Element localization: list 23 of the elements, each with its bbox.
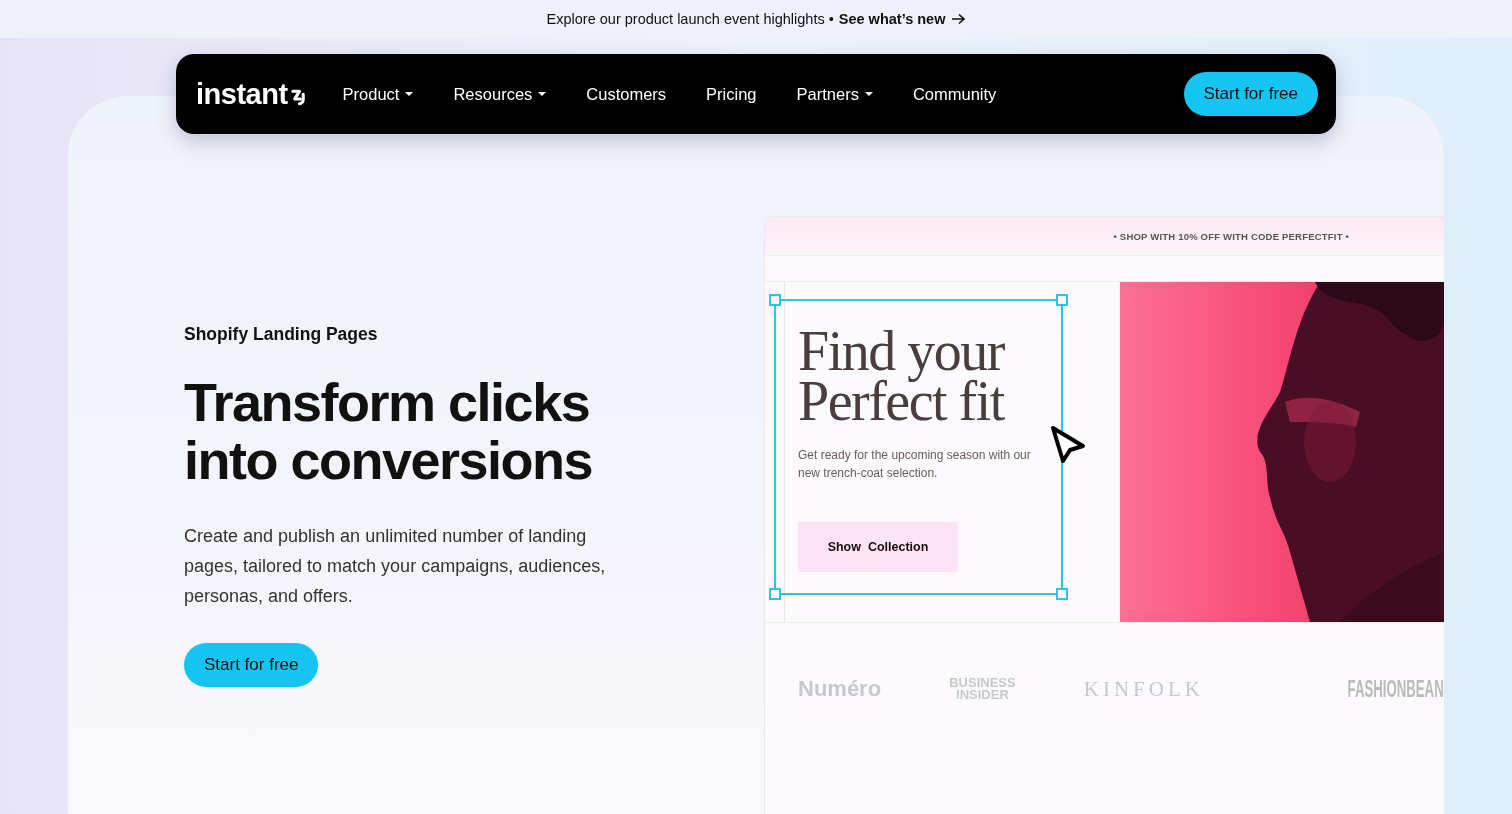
hero-title: Transform clicks into conversions bbox=[184, 373, 594, 489]
preview-headline: Find your Perfect fit bbox=[798, 326, 1006, 426]
eyebrow-text: Shopify Landing Pages bbox=[184, 324, 379, 345]
nav-link[interactable]: Resources bbox=[453, 84, 547, 104]
hero-description: Create and publish an unlimited number of landing pages, tailored to match your campaigns, audiences, personas, and offers. bbox=[184, 525, 607, 608]
nav-link[interactable]: Partners bbox=[796, 84, 873, 104]
show-collection-button[interactable]: Show Collection bbox=[798, 522, 958, 572]
nav-link[interactable]: Product bbox=[342, 84, 414, 104]
nav-link[interactable]: Customers bbox=[586, 84, 667, 104]
start-button[interactable]: Start for free bbox=[184, 643, 319, 687]
brand-logo: FASHIONBEAN bbox=[1347, 675, 1444, 703]
start-button[interactable]: Start for free bbox=[1183, 72, 1318, 116]
nav-link[interactable]: Pricing bbox=[706, 84, 757, 104]
preview-subtext: Get ready for the upcoming season with our new trench-coat selection. bbox=[798, 447, 1032, 482]
cursor-icon bbox=[1048, 424, 1088, 465]
arrow-icon bbox=[951, 13, 966, 25]
whats-new-link[interactable]: See what’s new bbox=[838, 11, 966, 27]
logo-mark-icon bbox=[289, 87, 307, 107]
nav-link[interactable]: Community bbox=[912, 84, 997, 104]
selection-frame[interactable] bbox=[768, 293, 1069, 601]
announcement-text: Explore our product launch event highlights • bbox=[546, 11, 834, 27]
logo[interactable]: instant bbox=[196, 77, 307, 111]
promo-text: • SHOP WITH 10% OFF WITH CODE PERFECTFIT • bbox=[1113, 230, 1349, 242]
